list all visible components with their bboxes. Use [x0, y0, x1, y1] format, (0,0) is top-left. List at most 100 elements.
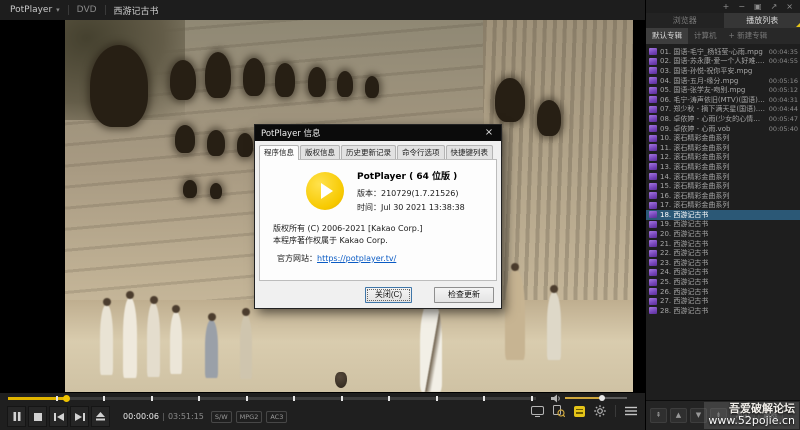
scene-shape [207, 130, 225, 156]
playlist-item[interactable]: 27. 西游记古书 [646, 296, 800, 306]
dialog-tab[interactable]: 命令行选项 [397, 145, 445, 159]
playlist-item[interactable]: 25. 西游记古书 [646, 277, 800, 287]
chapter-tick-icon [388, 396, 390, 401]
playlist-item[interactable]: 14. 滚石精彩金曲系列 [646, 172, 800, 182]
playlist-item[interactable]: 22. 西游记古书 [646, 248, 800, 258]
potplayer-logo-icon [306, 172, 344, 210]
playlist-item[interactable]: 16. 滚石精彩金曲系列 [646, 191, 800, 201]
dialog-tab[interactable]: 程序信息 [259, 145, 299, 160]
playlist-item-label: 13. 滚石精彩金曲系列 [660, 162, 796, 172]
media-file-icon [649, 163, 657, 170]
playlist-item-duration: 00:05:12 [769, 86, 798, 94]
codec-badge: S/W [211, 411, 232, 423]
restore-icon[interactable]: ▣ [754, 0, 762, 13]
panel-tab-browser[interactable]: 浏览器 [646, 13, 724, 28]
seek-bar[interactable] [8, 397, 536, 400]
playlist-item[interactable]: 04. 国语-五月-缘分.mpg00:05:16 [646, 76, 800, 86]
panel-tab-playlist[interactable]: 播放列表 [724, 13, 800, 28]
playlist-item[interactable]: 19. 西游记古书 [646, 220, 800, 230]
playlist-item[interactable]: 08. 卓依婷 - 心雨(少女的心情故事).vob00:05:47 [646, 114, 800, 124]
media-file-icon [649, 144, 657, 151]
playlist-item[interactable]: 06. 毛宁-涛声依旧(MTV)(国语).mpg00:04:31 [646, 95, 800, 105]
video-display[interactable]: PotPlayer 信息 × 程序信息版权信息历史更新记录命令行选项快捷键列表 … [0, 20, 645, 392]
scene-search-icon[interactable] [553, 405, 565, 417]
next-button[interactable] [70, 406, 89, 427]
open-media-button[interactable] [91, 406, 110, 427]
media-file-icon [649, 269, 657, 276]
scene-shape [210, 183, 222, 199]
titlebar[interactable]: PotPlayer ▾ DVD 西游记古书 [0, 0, 645, 20]
volume-slider[interactable] [565, 397, 627, 399]
chapter-tick-icon [198, 396, 200, 401]
dialog-tab[interactable]: 历史更新记录 [341, 145, 396, 159]
chapter-tick-icon [483, 396, 485, 401]
playlist-item[interactable]: 13. 滚石精彩金曲系列 [646, 162, 800, 172]
playlist-item-label: 21. 西游记古书 [660, 239, 796, 249]
playlist-toggle-icon[interactable] [574, 406, 585, 417]
playlist-item-duration: 00:04:55 [769, 57, 798, 65]
gear-icon[interactable] [594, 405, 606, 417]
playlist-item[interactable]: 12. 滚石精彩金曲系列 [646, 153, 800, 163]
website-link[interactable]: https://potplayer.tv/ [317, 254, 396, 263]
pause-button[interactable] [7, 406, 26, 427]
close-icon[interactable]: × [786, 0, 793, 13]
playlist-panel: +−▣ ↗ × 浏览器播放列表 默认专辑计算机+ 新建专辑 01. 国语-毛宁_杨钰… [645, 0, 800, 430]
playlist-item[interactable]: 21. 西游记古书 [646, 239, 800, 249]
album-tab[interactable]: 默认专辑 [646, 28, 688, 44]
scene-shape [335, 372, 347, 388]
dialog-tab[interactable]: 快捷键列表 [446, 145, 494, 159]
check-update-button[interactable]: 检查更新 [434, 287, 494, 303]
titlebar-divider [68, 5, 69, 15]
scene-shape [170, 60, 196, 100]
playlist-item[interactable]: 02. 国语-苏永康-爱一个人好难.mpg00:04:55 [646, 57, 800, 67]
media-file-icon [649, 154, 657, 161]
codec-badge: MPG2 [236, 411, 263, 423]
dialog-close-icon[interactable]: × [477, 125, 501, 141]
close-button[interactable]: 关闭(C) [365, 287, 412, 303]
volume-control [551, 393, 627, 403]
playlist-item[interactable]: 09. 卓依婷 - 心雨.vob00:05:40 [646, 124, 800, 134]
playlist-item[interactable]: 03. 国语-孙悦-祝你平安.mpg [646, 66, 800, 76]
playlist-item[interactable]: 01. 国语-毛宁_杨钰莹-心雨.mpg00:04:35 [646, 47, 800, 57]
playlist-item[interactable]: 23. 西游记古书 [646, 258, 800, 268]
playlist-item[interactable]: 15. 滚石精彩金曲系列 [646, 181, 800, 191]
minimize-icon[interactable]: − [738, 0, 745, 13]
playlist-item[interactable]: 17. 滚石精彩金曲系列 [646, 201, 800, 211]
maximize-icon[interactable]: ↗ [771, 0, 778, 13]
media-title: 西游记古书 [114, 4, 159, 17]
seek-knob[interactable] [63, 395, 70, 402]
playlist-item[interactable]: 20. 西游记古书 [646, 229, 800, 239]
media-file-icon [649, 202, 657, 209]
playlist-item[interactable]: 26. 西游记古书 [646, 287, 800, 297]
playlist-item-label: 10. 滚石精彩金曲系列 [660, 133, 796, 143]
playlist-item[interactable]: 05. 国语-张学友-吻别.mpg00:05:12 [646, 85, 800, 95]
playlist-item[interactable]: 11. 滚石精彩金曲系列 [646, 143, 800, 153]
dialog-titlebar[interactable]: PotPlayer 信息 × [255, 125, 501, 141]
menu-icon[interactable] [625, 406, 637, 416]
playlist-item[interactable]: 18. 西游记古书 [646, 210, 800, 220]
speaker-icon[interactable] [551, 394, 561, 403]
move-up-button[interactable]: ▲ [670, 408, 687, 423]
pin-icon[interactable]: + [723, 0, 730, 13]
control-bar: 00:00:06 03:51:15 S/WMPG2AC3 [0, 392, 645, 430]
dialog-tab[interactable]: 版权信息 [300, 145, 340, 159]
dvd-button[interactable]: DVD [77, 5, 97, 15]
media-file-icon [649, 135, 657, 142]
playlist-item-label: 09. 卓依婷 - 心雨.vob [660, 124, 767, 134]
previous-button[interactable] [49, 406, 68, 427]
playlist-item[interactable]: 10. 滚石精彩金曲系列 [646, 133, 800, 143]
playlist-item[interactable]: 24. 西游记古书 [646, 268, 800, 278]
codec-badge: AC3 [266, 411, 287, 423]
volume-knob[interactable] [599, 395, 605, 401]
window-controls: +−▣ ↗ × [646, 0, 800, 13]
move-top-button[interactable]: ⇞ [650, 408, 667, 423]
album-tab[interactable]: + 新建专辑 [723, 28, 774, 44]
screen-icon[interactable] [531, 406, 544, 417]
app-menu-button[interactable]: PotPlayer [10, 5, 52, 15]
stop-button[interactable] [28, 406, 47, 427]
album-tab[interactable]: 计算机 [688, 28, 723, 44]
playlist-item[interactable]: 28. 西游记古书 [646, 306, 800, 316]
media-file-icon [649, 279, 657, 286]
playlist-item[interactable]: 07. 郑少秋 - 摘下满天星(国语).vob00:04:44 [646, 105, 800, 115]
watermark-line2: www.52pojie.cn [708, 415, 795, 427]
